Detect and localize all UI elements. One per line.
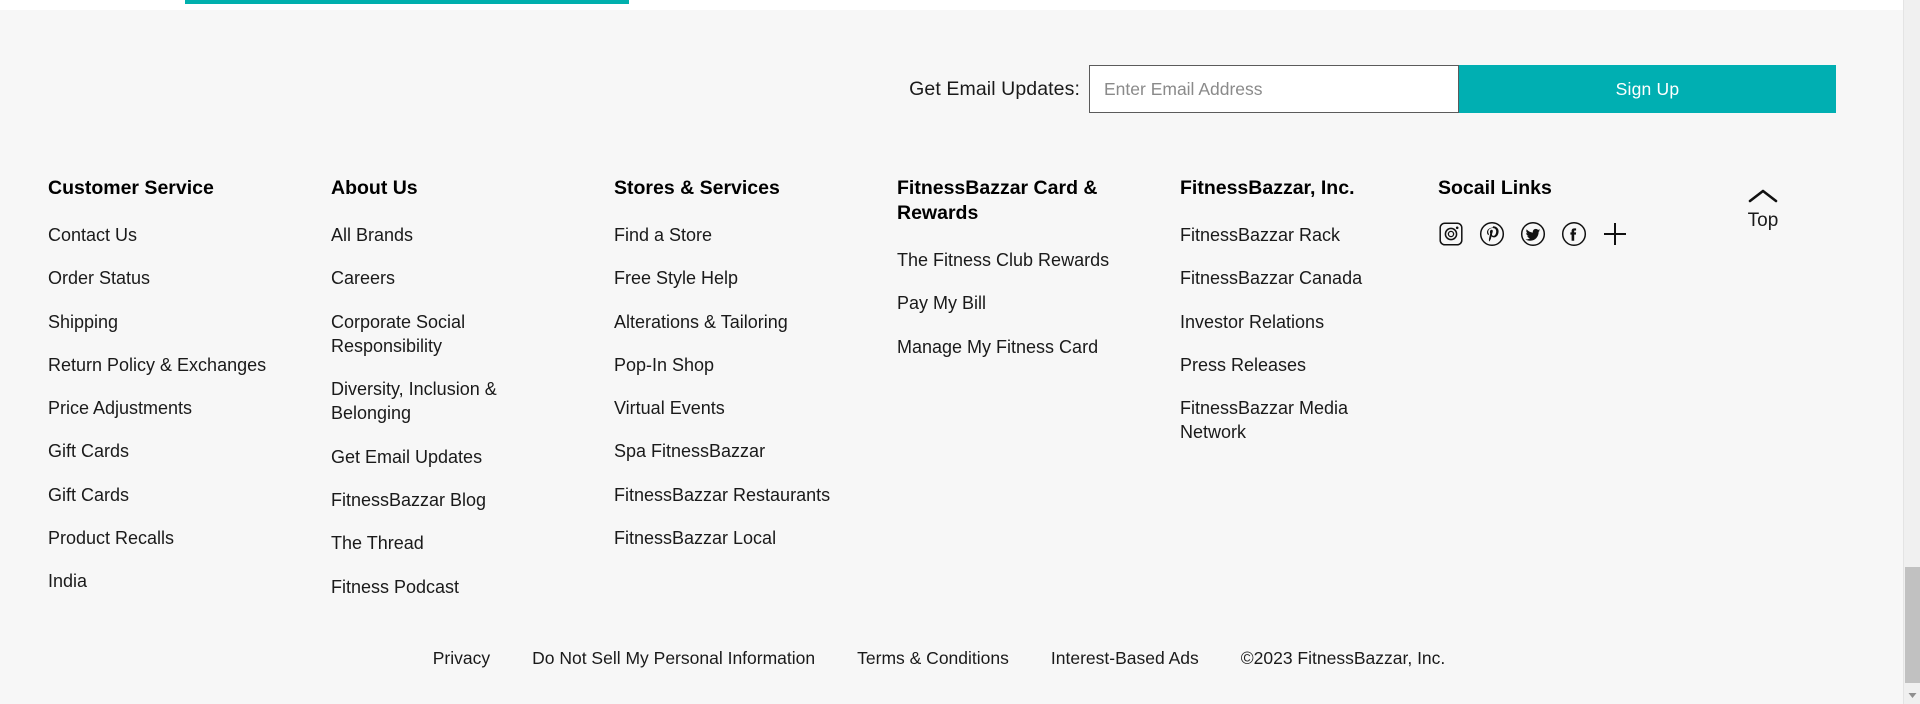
vertical-scrollbar[interactable] (1903, 0, 1920, 704)
footer-region: Get Email Updates: Sign Up Customer Serv… (0, 10, 1903, 704)
footer-columns: Customer Service Contact Us Order Status… (48, 176, 1838, 618)
footer-link[interactable]: FitnessBazzar Restaurants (614, 483, 844, 507)
sign-up-button[interactable]: Sign Up (1459, 65, 1836, 113)
email-input[interactable] (1089, 65, 1459, 113)
footer-link[interactable]: FitnessBazzar Local (614, 526, 844, 550)
facebook-icon[interactable] (1561, 221, 1587, 247)
column-title: FitnessBazzar Card & Rewards (897, 177, 1098, 224)
footer-column-about-us: About Us All Brands Careers Corporate So… (331, 176, 614, 618)
twitter-icon[interactable] (1520, 221, 1546, 247)
footer-link[interactable]: Shipping (48, 310, 278, 334)
newsletter-label: Get Email Updates: (909, 77, 1080, 100)
footer-link[interactable]: Order Status (48, 266, 278, 290)
legal-link-terms[interactable]: Terms & Conditions (857, 648, 1009, 669)
legal-link-interest-based-ads[interactable]: Interest-Based Ads (1051, 648, 1199, 669)
column-title: Customer Service (48, 177, 214, 199)
footer-link[interactable]: Virtual Events (614, 396, 844, 420)
footer-link[interactable]: Get Email Updates (331, 445, 561, 469)
footer-link[interactable]: All Brands (331, 223, 561, 247)
footer-link[interactable]: Fitness Podcast (331, 575, 561, 599)
footer-link[interactable]: Product Recalls (48, 526, 278, 550)
copyright-text: ©2023 FitnessBazzar, Inc. (1240, 648, 1446, 668)
footer-link[interactable]: Gift Cards (48, 483, 278, 507)
footer-link[interactable]: Investor Relations (1180, 310, 1410, 334)
footer-link[interactable]: The Fitness Club Rewards (897, 248, 1127, 272)
footer-link[interactable]: FitnessBazzar Blog (331, 488, 561, 512)
footer-link[interactable]: Return Policy & Exchanges (48, 353, 278, 377)
footer-link[interactable]: FitnessBazzar Canada (1180, 266, 1410, 290)
footer-link[interactable]: Gift Cards (48, 439, 278, 463)
footer-link[interactable]: FitnessBazzar Media Network (1180, 396, 1410, 445)
instagram-icon[interactable] (1438, 221, 1464, 247)
footer-link[interactable]: Pop-In Shop (614, 353, 844, 377)
footer-link[interactable]: Alterations & Tailoring (614, 310, 844, 334)
footer-link[interactable]: Spa FitnessBazzar (614, 439, 844, 463)
footer-link[interactable]: FitnessBazzar Rack (1180, 223, 1410, 247)
footer-column-stores-services: Stores & Services Find a Store Free Styl… (614, 176, 897, 569)
footer-link[interactable]: Diversity, Inclusion & Belonging (331, 377, 561, 426)
footer-column-social-links: Socail Links (1438, 176, 1738, 247)
more-social-plus-icon[interactable] (1602, 221, 1628, 247)
page-load-progress-bar (185, 0, 629, 4)
scrollbar-thumb[interactable] (1905, 567, 1920, 683)
legal-link-privacy[interactable]: Privacy (433, 648, 490, 669)
pinterest-icon[interactable] (1479, 221, 1505, 247)
column-title: FitnessBazzar, Inc. (1180, 177, 1355, 199)
legal-link-do-not-sell[interactable]: Do Not Sell My Personal Information (532, 648, 815, 669)
social-icon-row (1438, 221, 1720, 247)
column-title: Stores & Services (614, 177, 780, 199)
top-white-strip (0, 0, 1903, 10)
back-to-top-label: Top (1747, 210, 1779, 231)
legal-links-row: Privacy Do Not Sell My Personal Informat… (0, 648, 1878, 669)
footer-link[interactable]: Find a Store (614, 223, 844, 247)
footer-link[interactable]: Corporate Social Responsibility (331, 310, 561, 359)
page-root: Get Email Updates: Sign Up Customer Serv… (0, 0, 1920, 704)
footer-link[interactable]: Manage My Fitness Card (897, 335, 1127, 359)
chevron-up-icon (1748, 189, 1778, 203)
footer-column-card-rewards: FitnessBazzar Card & Rewards The Fitness… (897, 176, 1180, 378)
footer-link[interactable]: Press Releases (1180, 353, 1410, 377)
chevron-down-icon (1908, 693, 1917, 698)
footer-column-customer-service: Customer Service Contact Us Order Status… (48, 176, 331, 613)
footer-link[interactable]: The Thread (331, 531, 561, 555)
column-title: Socail Links (1438, 177, 1552, 199)
footer-link[interactable]: Contact Us (48, 223, 278, 247)
scrollbar-down-arrow[interactable] (1904, 687, 1920, 704)
footer-link[interactable]: India (48, 569, 278, 593)
column-title: About Us (331, 177, 418, 199)
footer-link[interactable]: Pay My Bill (897, 291, 1127, 315)
footer-link[interactable]: Careers (331, 266, 561, 290)
footer-link[interactable]: Price Adjustments (48, 396, 278, 420)
newsletter-signup: Get Email Updates: Sign Up (0, 65, 1878, 113)
back-to-top-button[interactable]: Top (1728, 188, 1798, 232)
footer-link[interactable]: Free Style Help (614, 266, 844, 290)
footer-column-fitnessbazzar-inc: FitnessBazzar, Inc. FitnessBazzar Rack F… (1180, 176, 1438, 464)
